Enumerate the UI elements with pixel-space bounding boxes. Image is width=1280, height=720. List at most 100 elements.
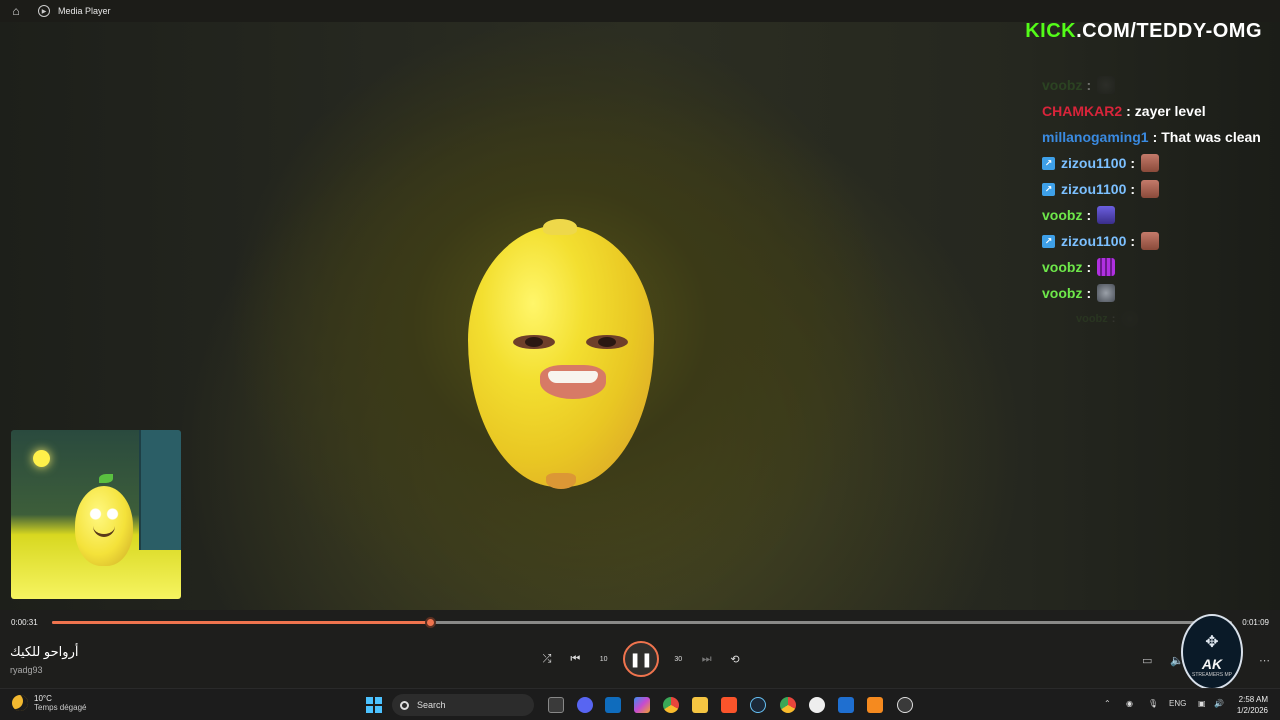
chat-username: zizou1100 [1061, 181, 1127, 197]
forward-30-button[interactable]: 30 [669, 650, 687, 668]
microphone-icon[interactable]: 🎙 [1148, 699, 1158, 708]
chat-username: zizou1100 [1061, 233, 1127, 249]
clock[interactable]: 2:58 AM 1/2/2026 [1237, 694, 1268, 716]
chat-username: voobz [1042, 207, 1083, 223]
eagle-icon: ✥ [1205, 634, 1219, 651]
pause-icon[interactable]: ❚❚ [622, 641, 659, 677]
kick-url: .COM/TEDDY-OMG [1076, 20, 1262, 42]
left-eye [513, 335, 555, 349]
emote-bird-icon [1121, 310, 1140, 328]
ak-streamers-logo: ✥ AK STREAMERS MP [1181, 614, 1243, 690]
emote-face-icon [1141, 154, 1160, 172]
chrome-icon[interactable] [663, 697, 679, 713]
chat-separator: : [1126, 103, 1131, 119]
lemon-bottom [546, 473, 576, 489]
chat-separator: : [1130, 181, 1136, 197]
shuffle-icon[interactable]: ⤮ [538, 650, 556, 668]
duration: 0:01:09 [1242, 618, 1269, 627]
chat-message: ↗ zizou1100: [1042, 228, 1272, 254]
seek-bar-progress [52, 621, 430, 624]
chat-message: voobz: [1042, 254, 1272, 280]
weather-description: Temps dégagé [34, 703, 87, 712]
lemon-top [543, 219, 577, 235]
album-art-thumbnail[interactable] [11, 430, 181, 599]
steam-icon[interactable] [750, 697, 766, 713]
chat-message: ↗ zizou1100: [1042, 176, 1272, 202]
kitchen-shelf [139, 430, 181, 550]
copilot-icon[interactable] [634, 697, 650, 713]
chat-message: millanogaming1: That was clean [1042, 124, 1272, 150]
window-title: Media Player [58, 6, 111, 16]
speaker-icon[interactable]: 🔊 [1214, 699, 1224, 708]
language-indicator[interactable]: ENG [1169, 699, 1186, 708]
chat-message: voobz: [1042, 72, 1272, 98]
brave-icon[interactable] [721, 697, 737, 713]
forward-seconds: 30 [674, 655, 683, 663]
chat-message: voobz: [1042, 202, 1272, 228]
kick-channel-overlay: KICK.COM/TEDDY-OMG [1025, 20, 1262, 43]
logo-text: AK [1201, 656, 1223, 672]
chat-message: CHAMKAR2: zayer level [1042, 98, 1272, 124]
rewind-10-button[interactable]: 10 [595, 650, 613, 668]
track-title[interactable]: أرواحو للكيك [10, 644, 78, 660]
home-icon[interactable]: ⌂ [0, 0, 32, 22]
clock-date: 1/2/2026 [1236, 706, 1268, 715]
emote-rat-icon [1097, 284, 1116, 302]
media-player-taskbar-icon[interactable] [897, 697, 913, 713]
moon-icon [12, 695, 28, 711]
clock-time: 2:58 AM [1238, 695, 1268, 704]
media-player-app-icon: ▶ [38, 5, 50, 17]
media-player-window: ⌂ ▶ Media Player KICK.COM/TEDDY-OMG voob… [0, 0, 1280, 720]
network-icon[interactable]: ▣ [1198, 699, 1206, 708]
start-button[interactable] [366, 697, 382, 713]
search-placeholder: Search [417, 700, 446, 710]
miniplayer-icon[interactable]: ▭ [1142, 654, 1152, 667]
chat-username: voobz [1042, 259, 1083, 275]
leaf [99, 474, 113, 483]
outlook-icon[interactable] [605, 697, 621, 713]
chrome-profile-icon[interactable] [780, 697, 796, 713]
chat-text: That was clean [1161, 129, 1261, 145]
weather-widget[interactable]: 10°C Temps dégagé [12, 694, 86, 712]
player-bar: 0:00:31 0:01:09 أرواحو للكيك ryadg93 ⤮ ⏮… [0, 610, 1280, 688]
chat-username: CHAMKAR2 [1042, 103, 1123, 119]
emote-face-icon [1141, 180, 1160, 198]
discord-tray-icon[interactable]: ◉ [1126, 699, 1133, 708]
next-icon[interactable]: ⏭ [698, 650, 716, 668]
repeat-off-icon[interactable]: ⟲ [726, 650, 744, 668]
taskbar: 10°C Temps dégagé Search ⌃ ◉ 🎙 ENG ▣ 🔊 2… [0, 688, 1280, 720]
taskbar-search[interactable]: Search [392, 694, 534, 716]
chat-separator: : [1111, 313, 1116, 325]
chat-message: voobz: [1042, 306, 1272, 332]
more-options-icon[interactable]: ⋯ [1259, 654, 1270, 667]
chat-overlay: voobz: CHAMKAR2: zayer level millanogaming1… [1042, 72, 1272, 332]
mouth [540, 365, 606, 399]
chat-separator: : [1086, 207, 1092, 223]
emote-purple-icon [1097, 258, 1116, 276]
emote-char-icon [1097, 206, 1116, 224]
previous-icon[interactable]: ⏮ [566, 650, 584, 668]
chat-badge-icon: ↗ [1042, 182, 1055, 196]
chat-separator: : [1086, 259, 1092, 275]
weather-temp: 10°C [34, 694, 52, 703]
seek-bar[interactable] [52, 617, 1232, 628]
task-view-icon[interactable] [548, 697, 564, 713]
cartoon-lemon [75, 486, 133, 566]
sun [33, 450, 50, 467]
chat-username: voobz [1042, 285, 1083, 301]
chat-username: voobz [1076, 313, 1108, 325]
lemon-character [468, 219, 654, 489]
seek-handle[interactable] [424, 617, 436, 628]
track-artist[interactable]: ryadg93 [10, 665, 43, 675]
chat-username: voobz [1042, 77, 1083, 93]
chat-badge-icon: ↗ [1042, 234, 1055, 248]
chat-message: ↗ zizou1100: [1042, 150, 1272, 176]
app-icon[interactable] [809, 697, 825, 713]
chat-separator: : [1130, 155, 1136, 171]
file-explorer-icon[interactable] [692, 697, 708, 713]
discord-icon[interactable] [577, 697, 593, 713]
kick-logo: KICK [1025, 20, 1077, 42]
store-icon[interactable] [838, 697, 854, 713]
chevron-up-icon[interactable]: ⌃ [1104, 699, 1111, 708]
vlc-icon[interactable] [867, 697, 883, 713]
